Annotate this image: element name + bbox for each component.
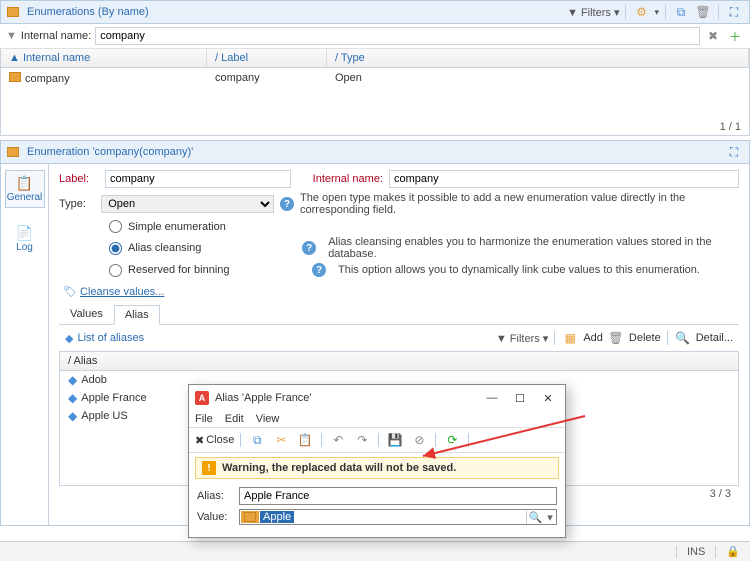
aliases-title: List of aliases [77, 332, 491, 344]
detail-button[interactable]: 🔍 [674, 329, 692, 347]
warning-banner: ! Warning, the replaced data will not be… [195, 457, 559, 479]
delete-button[interactable]: 🗑 [607, 329, 625, 347]
close-icon[interactable]: ✕ [537, 389, 559, 407]
radio-alias[interactable] [109, 242, 122, 255]
fullscreen-icon[interactable]: ⛶ [725, 143, 743, 161]
refresh-icon[interactable]: ⟳ [442, 431, 462, 449]
enumerations-header: Enumerations (By name) ▼ Filters ▾ ⚙▾ ⧉ … [0, 0, 750, 24]
menu-file[interactable]: File [195, 413, 213, 425]
enumeration-icon [7, 147, 19, 157]
dialog-title: Alias 'Apple France' [215, 392, 475, 404]
table-row[interactable]: company company Open [1, 68, 749, 89]
alias-dialog: A Alias 'Apple France' — ☐ ✕ File Edit V… [188, 384, 566, 538]
insert-mode: INS [687, 546, 705, 558]
warning-icon: ! [202, 461, 216, 475]
detail-title: Enumeration 'company(company)' [27, 146, 721, 158]
enumerations-title: Enumerations (By name) [27, 6, 563, 18]
close-button[interactable]: ✖ Close [195, 434, 234, 447]
maximize-icon[interactable]: ☐ [509, 389, 531, 407]
tab-log[interactable]: 📄 Log [5, 220, 45, 258]
radio-reserved[interactable] [109, 264, 122, 277]
type-select[interactable]: Open [101, 195, 274, 213]
redo-icon[interactable]: ↷ [352, 431, 372, 449]
save-icon[interactable]: 💾 [385, 431, 405, 449]
app-logo-icon: A [195, 391, 209, 405]
undo-icon[interactable]: ↶ [328, 431, 348, 449]
enumerations-table: ▲ Internal name / Label / Type company c… [0, 49, 750, 136]
alias-input[interactable] [239, 487, 557, 505]
tab-values[interactable]: Values [59, 304, 114, 324]
gear-icon[interactable]: ⚙ [632, 3, 650, 21]
cut-icon[interactable]: ✂ [271, 431, 291, 449]
paste-icon[interactable]: 📋 [295, 431, 315, 449]
clear-filter-icon[interactable]: ✖ [704, 27, 722, 45]
help-icon: ? [312, 263, 326, 277]
fullscreen-icon[interactable]: ⛶ [725, 3, 743, 21]
filter-row: ▼ Internal name: ✖ ＋ [0, 24, 750, 49]
add-filter-icon[interactable]: ＋ [726, 27, 744, 45]
status-bar: INS 🔒 [0, 541, 750, 561]
copy-icon[interactable]: ⧉ [672, 3, 690, 21]
filter-input[interactable] [95, 27, 700, 45]
side-tabs: 📋 General 📄 Log [1, 164, 49, 525]
menu-view[interactable]: View [256, 413, 280, 425]
value-input[interactable]: Apple 🔍 ▾ [239, 509, 557, 525]
search-icon[interactable]: 🔍 [526, 511, 544, 524]
filter-label: Internal name: [21, 30, 91, 42]
copy-icon[interactable]: ⧉ [247, 431, 267, 449]
trash-icon[interactable]: 🗑 [694, 3, 712, 21]
radio-simple[interactable] [109, 220, 122, 233]
dialog-menu: File Edit View [189, 411, 565, 428]
enumeration-icon [7, 7, 19, 17]
internal-name-input[interactable] [389, 170, 739, 188]
cancel-icon[interactable]: ⊘ [409, 431, 429, 449]
minimize-icon[interactable]: — [481, 389, 503, 407]
label-input[interactable] [105, 170, 291, 188]
pager: 1 / 1 [1, 119, 749, 135]
cleanse-values-link[interactable]: Cleanse values... [80, 286, 164, 298]
menu-edit[interactable]: Edit [225, 413, 244, 425]
help-icon: ? [302, 241, 316, 255]
tab-general[interactable]: 📋 General [5, 170, 45, 208]
tab-alias[interactable]: Alias [114, 305, 160, 325]
add-button[interactable]: ▦ [561, 329, 579, 347]
help-icon: ? [280, 197, 294, 211]
detail-header: Enumeration 'company(company)' ⛶ [0, 140, 750, 164]
chevron-down-icon[interactable]: ▾ [544, 511, 556, 524]
lock-icon: 🔒 [726, 545, 740, 558]
